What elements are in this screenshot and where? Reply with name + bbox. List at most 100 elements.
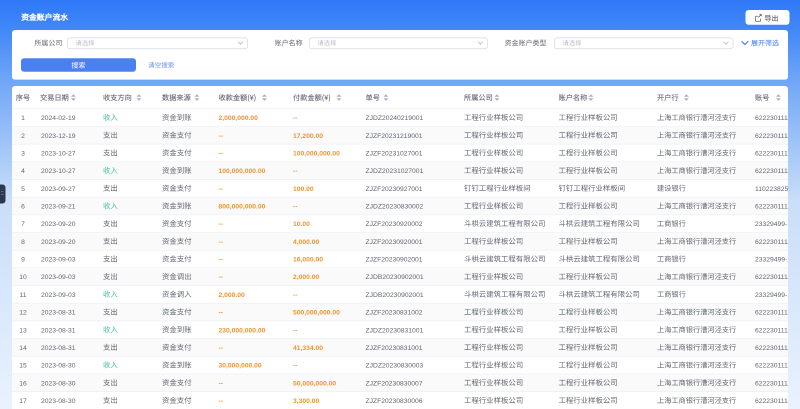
svg-text:2023-10-27: 2023-10-27 (41, 168, 76, 175)
svg-text:2023-10-27: 2023-10-27 (41, 150, 76, 157)
svg-text:2024-02-19: 2024-02-19 (41, 115, 76, 122)
svg-text:17,200.00: 17,200.00 (293, 133, 323, 140)
svg-text:2023-09-20: 2023-09-20 (41, 221, 76, 228)
svg-text:6222301111111111: 6222301111111111 (755, 133, 800, 140)
svg-text:2,000,000.00: 2,000,000.00 (219, 115, 259, 122)
svg-text:--: -- (293, 363, 298, 370)
svg-text:23329499-111111: 23329499-111111 (755, 257, 800, 264)
svg-text:23329499-111111: 23329499-111111 (755, 221, 800, 228)
svg-text:6222301111111111: 6222301111111111 (755, 204, 800, 211)
svg-text:--: -- (219, 380, 224, 387)
svg-text:9: 9 (21, 257, 25, 264)
svg-text:--: -- (219, 133, 224, 140)
svg-text:6222301111111111: 6222301111111111 (755, 310, 800, 317)
svg-text:--: -- (293, 204, 298, 211)
svg-text:6222301111111111: 6222301111111111 (755, 274, 800, 281)
svg-text:6222301111111111: 6222301111111111 (755, 327, 800, 334)
svg-text:2023-09-27: 2023-09-27 (41, 186, 76, 193)
svg-text:--: -- (293, 168, 298, 175)
svg-text:--: -- (293, 292, 298, 299)
svg-text:7: 7 (21, 221, 25, 228)
svg-text:1: 1 (21, 115, 25, 122)
svg-text:2023-09-03: 2023-09-03 (41, 257, 76, 264)
svg-text:2023-12-19: 2023-12-19 (41, 133, 76, 140)
svg-text:2023-09-03: 2023-09-03 (41, 274, 76, 281)
svg-text:100,000,000.00: 100,000,000.00 (293, 150, 340, 157)
svg-text:2023-09-03: 2023-09-03 (41, 292, 76, 299)
svg-text:13: 13 (19, 327, 27, 334)
svg-text:ZJDZ20231027001: ZJDZ20231027001 (366, 168, 424, 175)
svg-text:1102238251111111: 1102238251111111 (755, 186, 800, 193)
svg-text:ZJZF20230920001: ZJZF20230920001 (366, 239, 423, 246)
svg-text:6222301111111111: 6222301111111111 (755, 239, 800, 246)
svg-text:--: -- (219, 257, 224, 264)
svg-text:41,334.00: 41,334.00 (293, 345, 323, 352)
svg-text:ZJZF20230831002: ZJZF20230831002 (366, 310, 423, 317)
svg-text:ZJZF20230830006: ZJZF20230830006 (366, 398, 423, 405)
svg-text:4: 4 (21, 168, 25, 175)
svg-text:15: 15 (19, 363, 27, 370)
svg-text:11: 11 (19, 292, 26, 299)
svg-text:5: 5 (21, 186, 25, 193)
svg-text:ZJZF20231027001: ZJZF20231027001 (366, 150, 423, 157)
svg-text:ZJZF20230920002: ZJZF20230920002 (366, 221, 423, 228)
svg-text:230,000,000.00: 230,000,000.00 (219, 327, 266, 334)
svg-text:ZJZF20231219001: ZJZF20231219001 (366, 133, 423, 140)
svg-text:8: 8 (21, 239, 25, 246)
svg-text:6222301111111111: 6222301111111111 (755, 398, 800, 405)
svg-text:6222301111111111: 6222301111111111 (755, 380, 800, 387)
svg-text:6222301111111111: 6222301111111111 (755, 363, 800, 370)
svg-text:ZJDZ20240219001: ZJDZ20240219001 (366, 115, 424, 122)
svg-text:ZJZF20230902001: ZJZF20230902001 (366, 257, 423, 264)
svg-text:6222301111111111: 6222301111111111 (755, 168, 800, 175)
svg-text:--: -- (219, 310, 224, 317)
svg-text:16,000.00: 16,000.00 (293, 257, 323, 264)
svg-text:--: -- (219, 398, 224, 405)
svg-text:17: 17 (19, 398, 27, 405)
svg-text:ZJZF20230927001: ZJZF20230927001 (366, 186, 423, 193)
svg-text:--: -- (219, 274, 224, 281)
svg-text:2023-08-30: 2023-08-30 (41, 363, 76, 370)
svg-text:ZJDB20230902001: ZJDB20230902001 (366, 274, 424, 281)
svg-text:10: 10 (19, 274, 27, 281)
svg-text:2023-09-21: 2023-09-21 (41, 204, 76, 211)
svg-text:16: 16 (19, 380, 27, 387)
svg-text:10.00: 10.00 (293, 221, 310, 228)
svg-text:6: 6 (21, 204, 25, 211)
svg-text:--: -- (293, 115, 298, 122)
svg-text:--: -- (293, 327, 298, 334)
svg-text:4,000.00: 4,000.00 (293, 239, 320, 246)
svg-text:3: 3 (21, 150, 25, 157)
svg-text:--: -- (219, 186, 224, 193)
svg-text:--: -- (219, 239, 224, 246)
svg-text:ZJDZ20230830003: ZJDZ20230830003 (366, 363, 424, 370)
svg-text:2023-08-31: 2023-08-31 (41, 345, 76, 352)
svg-text:--: -- (219, 345, 224, 352)
svg-text:100.00: 100.00 (293, 186, 314, 193)
svg-text:500,000,000.00: 500,000,000.00 (293, 310, 340, 317)
svg-text:3,300.00: 3,300.00 (293, 398, 320, 405)
svg-text:2: 2 (21, 133, 25, 140)
svg-text:6222301111111111: 6222301111111111 (755, 115, 800, 122)
svg-text:ZJDZ20230831001: ZJDZ20230831001 (366, 327, 424, 334)
svg-text:2023-08-30: 2023-08-30 (41, 380, 76, 387)
svg-text:2,000.00: 2,000.00 (219, 292, 246, 299)
svg-text:23329499-111111: 23329499-111111 (755, 292, 800, 299)
svg-text:2023-08-31: 2023-08-31 (41, 310, 76, 317)
svg-text:2,000.00: 2,000.00 (293, 274, 320, 281)
svg-text:100,000,000.00: 100,000,000.00 (219, 168, 266, 175)
svg-text:ZJDB20230902001: ZJDB20230902001 (366, 292, 424, 299)
svg-text:6222301111111111: 6222301111111111 (755, 345, 800, 352)
svg-text:ZJDZ20230830002: ZJDZ20230830002 (366, 204, 424, 211)
svg-text:800,000,000.00: 800,000,000.00 (219, 204, 266, 211)
svg-text:14: 14 (19, 345, 27, 352)
svg-text:12: 12 (19, 310, 27, 317)
svg-text:--: -- (219, 150, 224, 157)
svg-text:6222301111111111: 6222301111111111 (755, 150, 800, 157)
svg-text:2023-08-30: 2023-08-30 (41, 398, 76, 405)
svg-text:2023-08-31: 2023-08-31 (41, 327, 76, 334)
svg-text:30,000,000.00: 30,000,000.00 (219, 363, 262, 370)
svg-text:2023-09-20: 2023-09-20 (41, 239, 76, 246)
svg-text:ZJZF20230830007: ZJZF20230830007 (366, 380, 423, 387)
svg-text:ZJZF20230831001: ZJZF20230831001 (366, 345, 423, 352)
